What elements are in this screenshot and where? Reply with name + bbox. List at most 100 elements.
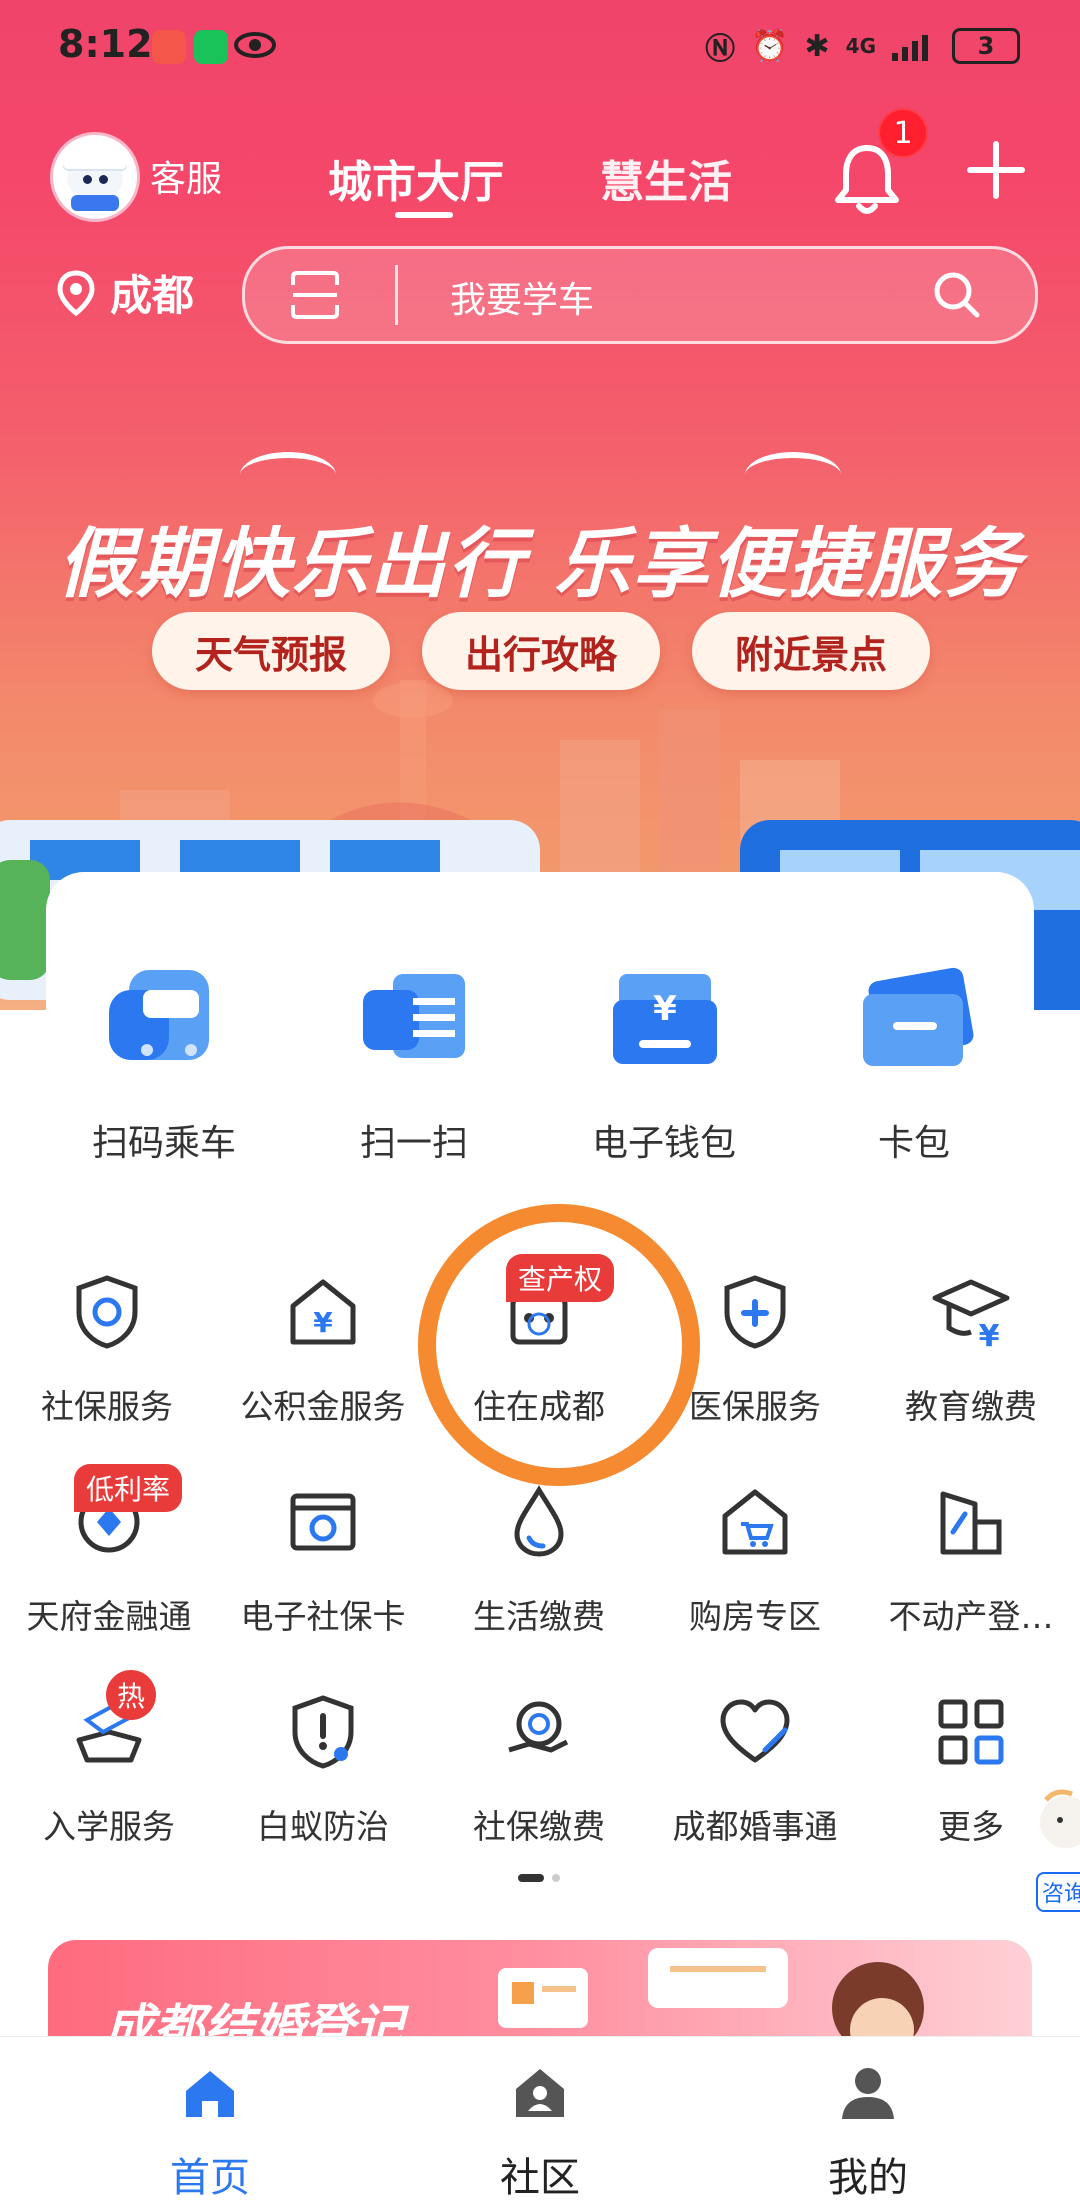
heart-icon xyxy=(720,1699,790,1763)
service-real-estate-registration[interactable]: 不动产登… xyxy=(866,1482,1076,1638)
location-selector[interactable]: 成都 xyxy=(56,262,194,323)
location-pin-icon xyxy=(57,269,95,316)
bus-qr-icon xyxy=(109,970,209,1060)
service-label: 社保缴费 xyxy=(473,1807,605,1846)
service-label: 公积金服务 xyxy=(240,1387,406,1426)
nearby-attractions-button[interactable]: 附近景点 xyxy=(692,612,930,690)
customer-service-label[interactable]: 客服 xyxy=(150,150,222,202)
notification-badge: 1 xyxy=(878,108,928,158)
scan-code-icon[interactable] xyxy=(289,269,341,321)
service-label: 电子社保卡 xyxy=(240,1597,406,1636)
consult-label: 咨询 xyxy=(1036,1872,1080,1912)
service-label: 白蚁防治 xyxy=(257,1807,389,1846)
low-rate-tag: 低利率 xyxy=(74,1464,183,1512)
house-cart-icon xyxy=(722,1489,788,1555)
scan-ride-button[interactable]: 扫码乘车 xyxy=(64,960,264,1166)
banner-arc-left xyxy=(240,452,336,498)
search-placeholder[interactable]: 我要学车 xyxy=(450,271,594,323)
signal-icon xyxy=(892,35,928,61)
customer-service-avatar[interactable] xyxy=(50,132,140,222)
termite-shield-icon xyxy=(292,1695,354,1769)
location-city: 成都 xyxy=(110,271,195,320)
graduation-cap-icon: ¥ xyxy=(932,1279,1010,1354)
e-wallet-button[interactable]: ¥ 电子钱包 xyxy=(564,960,764,1166)
service-social-security-payment[interactable]: 社保缴费 xyxy=(434,1692,644,1848)
wechat-icon xyxy=(194,30,228,64)
service-label: 购房专区 xyxy=(689,1597,821,1636)
nav-home-label: 首页 xyxy=(170,2155,250,2201)
service-label: 生活缴费 xyxy=(473,1597,605,1636)
service-housing-fund[interactable]: ¥ 公积金服务 xyxy=(218,1272,428,1428)
highlight-ring xyxy=(418,1204,700,1486)
service-label: 成都婚事通 xyxy=(672,1807,838,1846)
battery-icon: 3 xyxy=(952,28,1020,64)
service-termite-control[interactable]: 白蚁防治 xyxy=(218,1692,428,1848)
nav-profile[interactable]: 我的 xyxy=(768,2063,968,2203)
service-e-social-card[interactable]: 电子社保卡 xyxy=(218,1482,428,1638)
service-label: 不动产登… xyxy=(888,1597,1054,1636)
hot-tag: 热 xyxy=(106,1670,156,1720)
search-icon[interactable] xyxy=(931,269,983,321)
top-bar: 客服 城市大厅 慧生活 1 xyxy=(0,108,1080,224)
scan-button[interactable]: 扫一扫 xyxy=(314,960,514,1166)
card-icon xyxy=(863,967,974,1066)
nav-home[interactable]: 首页 xyxy=(110,2063,310,2203)
grid-more-icon xyxy=(938,1699,1004,1765)
banner-title: 假期快乐出行 乐享便捷服务 xyxy=(57,519,1023,608)
service-label: 教育缴费 xyxy=(905,1387,1037,1426)
wallet-icon: ¥ xyxy=(613,974,717,1064)
social-security-pay-icon xyxy=(508,1701,569,1753)
status-time: 8:12 xyxy=(58,22,153,66)
service-marriage[interactable]: 成都婚事通 xyxy=(650,1692,860,1848)
water-drop-icon xyxy=(514,1485,564,1557)
service-label: 入学服务 xyxy=(43,1807,175,1846)
card-wallet-button[interactable]: 卡包 xyxy=(814,960,1014,1166)
page-indicator xyxy=(518,1874,560,1882)
property-building-icon xyxy=(940,1491,1002,1555)
travel-guide-button[interactable]: 出行攻略 xyxy=(422,612,660,690)
page-dot-active xyxy=(518,1874,544,1882)
community-icon xyxy=(516,2069,564,2117)
scan-label: 扫一扫 xyxy=(359,1123,468,1164)
active-tab-indicator xyxy=(395,212,453,218)
svg-text:¥: ¥ xyxy=(653,989,677,1029)
status-bar: 8:12 Ⓝ ⏰ ✱ 4G 3 xyxy=(0,0,1080,92)
service-label: 社保服务 xyxy=(41,1387,173,1426)
network-type: 4G xyxy=(845,34,876,58)
profile-icon xyxy=(842,2068,894,2119)
social-security-shield-icon xyxy=(76,1275,138,1349)
search-divider xyxy=(395,265,398,325)
weather-forecast-button[interactable]: 天气预报 xyxy=(152,612,390,690)
service-education-payment[interactable]: ¥ 教育缴费 xyxy=(866,1272,1076,1428)
huawei-app-icon xyxy=(152,30,186,64)
scan-icon xyxy=(363,974,465,1058)
tab-city-hall[interactable]: 城市大厅 xyxy=(328,146,504,210)
banner-arc-right xyxy=(745,452,841,498)
service-social-security[interactable]: 社保服务 xyxy=(2,1272,212,1428)
nfc-icon: Ⓝ xyxy=(705,32,736,67)
mascot-icon xyxy=(1040,1789,1080,1848)
nav-profile-label: 我的 xyxy=(828,2155,908,2201)
scan-ride-label: 扫码乘车 xyxy=(91,1123,236,1164)
battery-level: 3 xyxy=(977,32,995,60)
nav-community[interactable]: 社区 xyxy=(440,2063,640,2203)
service-school-enrollment[interactable]: 入学服务 xyxy=(4,1692,214,1848)
hero-banner: 8:12 Ⓝ ⏰ ✱ 4G 3 客服 城市大厅 慧生活 1 成都 我要学车 假期… xyxy=(0,0,1080,1010)
eye-icon xyxy=(234,32,276,58)
search-bar[interactable]: 我要学车 xyxy=(242,246,1038,344)
bottom-navigation: 首页 社区 我的 xyxy=(0,2036,1080,2205)
home-icon xyxy=(186,2071,234,2117)
page-dot xyxy=(552,1874,560,1882)
medical-shield-icon xyxy=(724,1275,786,1349)
service-utility-payment[interactable]: 生活缴费 xyxy=(434,1482,644,1638)
plus-icon[interactable] xyxy=(966,140,1026,200)
bluetooth-icon: ✱ xyxy=(804,28,830,64)
consult-floating-button[interactable]: 咨询 xyxy=(1032,1780,1080,1920)
nav-community-label: 社区 xyxy=(500,2155,580,2201)
status-indicators: Ⓝ ⏰ ✱ 4G 3 xyxy=(705,24,1020,68)
svg-text:¥: ¥ xyxy=(313,1306,333,1339)
social-security-card-icon xyxy=(290,1493,356,1551)
tab-smart-life[interactable]: 慧生活 xyxy=(600,146,732,210)
service-home-buying[interactable]: 购房专区 xyxy=(650,1482,860,1638)
svg-text:¥: ¥ xyxy=(979,1319,1000,1352)
